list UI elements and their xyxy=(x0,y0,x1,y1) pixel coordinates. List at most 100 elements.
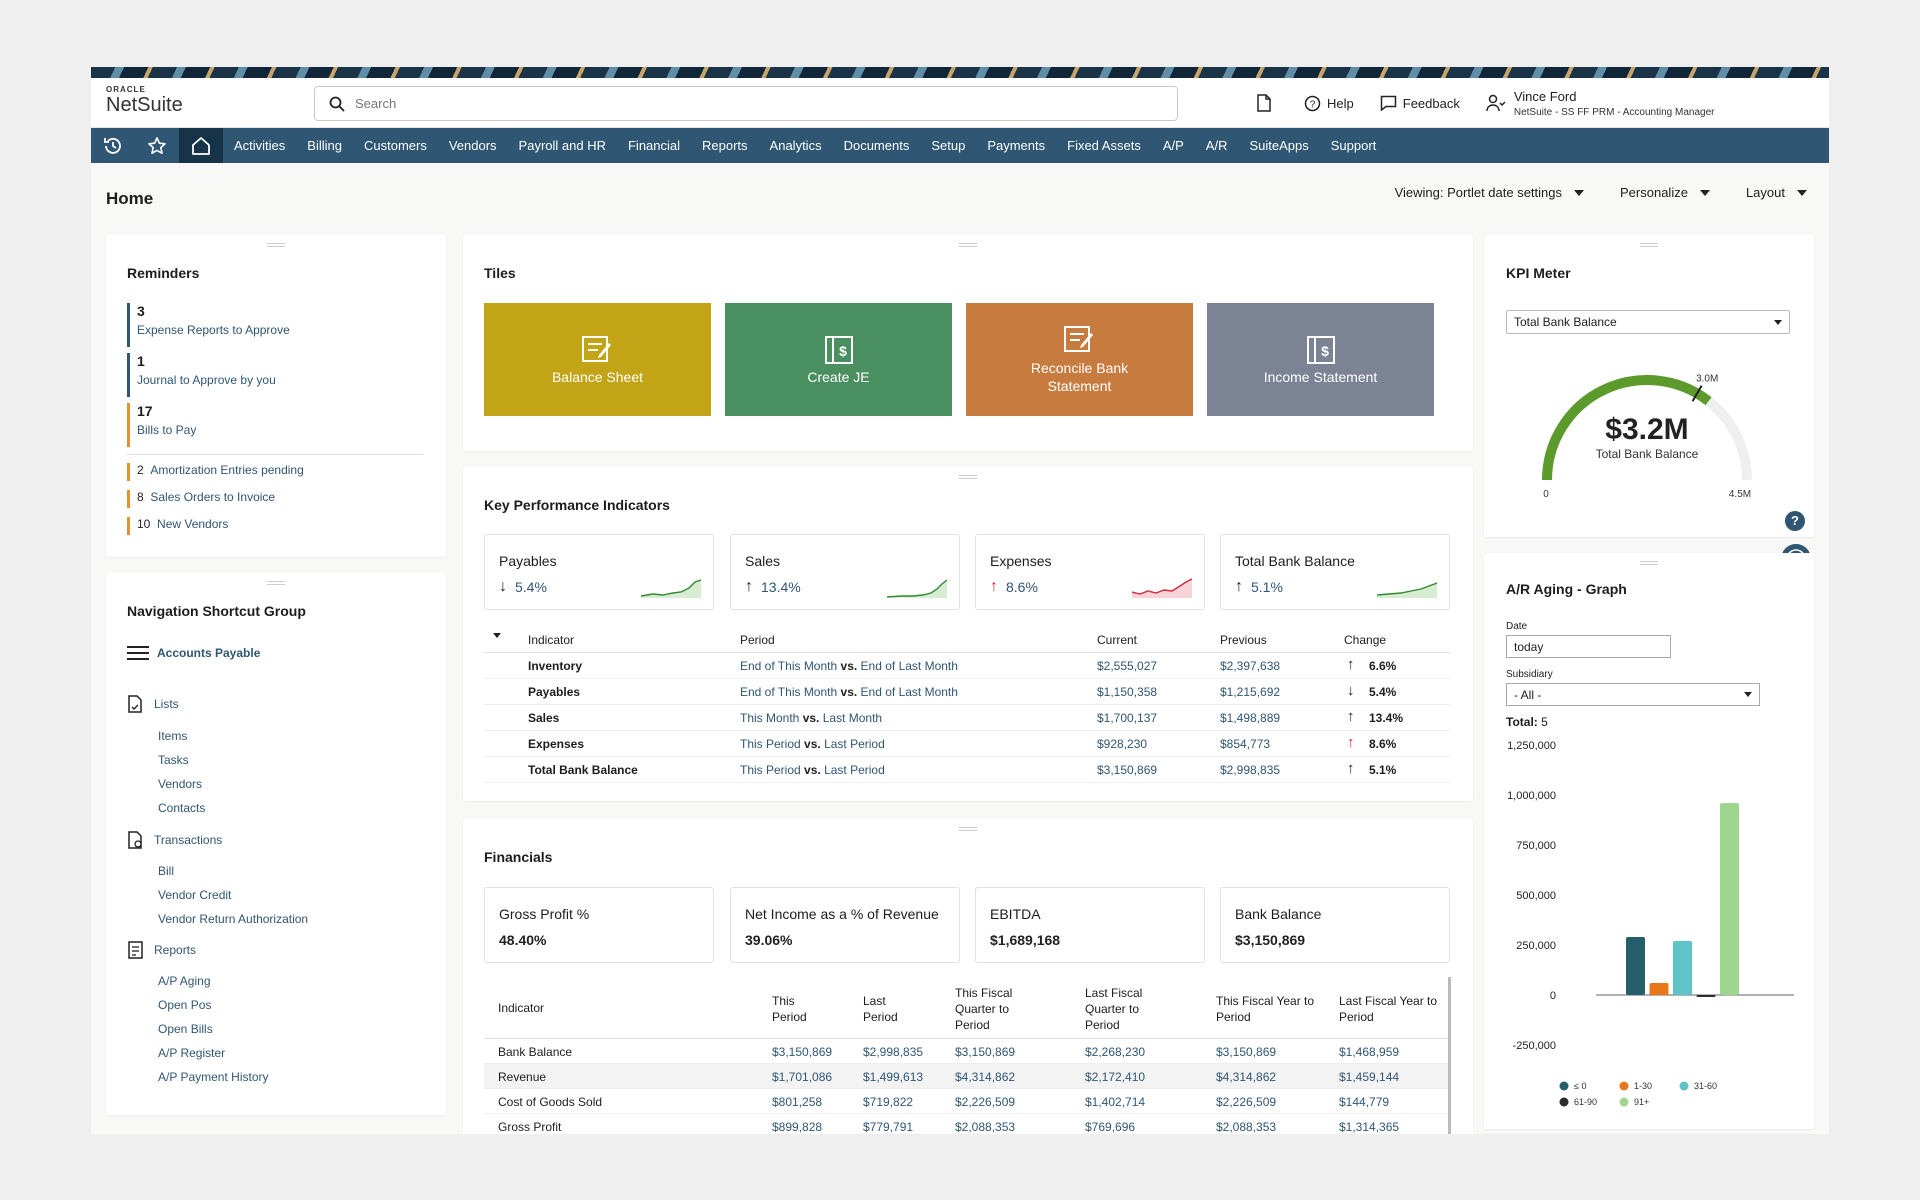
netsuite-logo[interactable]: ORACLE NetSuite xyxy=(106,86,183,116)
nav-customers[interactable]: Customers xyxy=(364,138,427,153)
link-tasks[interactable]: Tasks xyxy=(158,748,205,772)
nav-financial[interactable]: Financial xyxy=(628,138,680,153)
link-open-pos[interactable]: Open Pos xyxy=(158,993,268,1017)
fin-cell[interactable]: $2,088,353 xyxy=(955,1120,1015,1134)
header-indicator[interactable]: Indicator xyxy=(528,633,574,647)
kpi-box-expenses[interactable]: Expenses ↑ 8.6% xyxy=(975,534,1205,610)
fin-cell[interactable]: $3,150,869 xyxy=(772,1045,832,1059)
fin-cell[interactable]: $1,459,144 xyxy=(1339,1070,1399,1084)
home-button[interactable] xyxy=(179,128,223,163)
fin-header-indicator[interactable]: Indicator xyxy=(498,1001,618,1015)
drag-handle[interactable] xyxy=(959,243,977,247)
fin-cell[interactable]: $1,402,714 xyxy=(1085,1095,1145,1109)
drag-handle[interactable] xyxy=(959,827,977,831)
fin-cell[interactable]: $2,226,509 xyxy=(1216,1095,1276,1109)
nav-analytics[interactable]: Analytics xyxy=(770,138,822,153)
kpi-box-total-bank-balance[interactable]: Total Bank Balance ↑ 5.1% xyxy=(1220,534,1450,610)
user-menu[interactable]: Vince Ford NetSuite - SS FF PRM - Accoun… xyxy=(1486,89,1714,118)
nav-activities[interactable]: Activities xyxy=(234,138,285,153)
link-vendor-return-authorization[interactable]: Vendor Return Authorization xyxy=(158,907,308,931)
help-question-button[interactable]: ? xyxy=(1785,511,1805,531)
fin-cell[interactable]: $2,226,509 xyxy=(955,1095,1015,1109)
personalize-dropdown[interactable]: Personalize xyxy=(1620,185,1710,200)
fin-cell[interactable]: $899,828 xyxy=(772,1120,822,1134)
tile-balance-sheet[interactable]: Balance Sheet xyxy=(484,303,711,416)
fin-cell[interactable]: $769,696 xyxy=(1085,1120,1135,1134)
reminder-item[interactable]: 8 Sales Orders to Invoice xyxy=(127,490,427,508)
fin-cell[interactable]: $1,468,959 xyxy=(1339,1045,1399,1059)
reminder-item[interactable]: 2 Amortization Entries pending xyxy=(127,463,427,481)
link-open-bills[interactable]: Open Bills xyxy=(158,1017,268,1041)
link-contacts[interactable]: Contacts xyxy=(158,796,205,820)
nav-fixed-assets[interactable]: Fixed Assets xyxy=(1067,138,1141,153)
kpi-meter-select[interactable]: Total Bank Balance xyxy=(1506,310,1790,334)
row-current[interactable]: $928,230 xyxy=(1097,737,1147,751)
nav-billing[interactable]: Billing xyxy=(307,138,342,153)
header-period[interactable]: Period xyxy=(740,633,775,647)
fin-cell[interactable]: $801,258 xyxy=(772,1095,822,1109)
fin-box-bank-balance[interactable]: Bank Balance $3,150,869 xyxy=(1220,887,1450,963)
row-previous[interactable]: $1,498,889 xyxy=(1220,711,1280,725)
fin-cell[interactable]: $3,150,869 xyxy=(955,1045,1015,1059)
fin-cell[interactable]: $4,314,862 xyxy=(1216,1070,1276,1084)
link-bill[interactable]: Bill xyxy=(158,859,308,883)
row-previous[interactable]: $2,998,835 xyxy=(1220,763,1280,777)
fin-header-this-fiscal-year[interactable]: This Fiscal Year to Period xyxy=(1216,993,1326,1025)
drag-handle[interactable] xyxy=(959,475,977,479)
fin-cell[interactable]: $719,822 xyxy=(863,1095,913,1109)
nav-section-transactions[interactable]: Transactions xyxy=(127,831,222,849)
header-current[interactable]: Current xyxy=(1097,633,1137,647)
fin-cell[interactable]: $1,314,365 xyxy=(1339,1120,1399,1134)
row-period[interactable]: End of This Month vs. End of Last Month xyxy=(740,685,958,699)
drag-handle[interactable] xyxy=(1640,243,1658,247)
tile-create-je[interactable]: $ Create JE xyxy=(725,303,952,416)
collapse-icon[interactable] xyxy=(493,633,501,638)
row-period[interactable]: This Month vs. Last Month xyxy=(740,711,882,725)
nav-reports[interactable]: Reports xyxy=(702,138,748,153)
fin-cell[interactable]: $4,314,862 xyxy=(955,1070,1015,1084)
nav-vendors[interactable]: Vendors xyxy=(449,138,497,153)
nav-documents[interactable]: Documents xyxy=(844,138,910,153)
drag-handle[interactable] xyxy=(1640,561,1658,565)
row-current[interactable]: $1,150,358 xyxy=(1097,685,1157,699)
subsidiary-select[interactable]: - All - xyxy=(1506,683,1760,706)
tile-reconcile-bank-statement[interactable]: Reconcile Bank Statement xyxy=(966,303,1193,416)
kpi-box-payables[interactable]: Payables ↓ 5.4% xyxy=(484,534,714,610)
reminder-item[interactable]: 10 New Vendors xyxy=(127,517,427,535)
fin-box-net-income[interactable]: Net Income as a % of Revenue 39.06% xyxy=(730,887,960,963)
drag-handle[interactable] xyxy=(267,581,285,585)
drag-handle[interactable] xyxy=(267,243,285,247)
nav-suiteapps[interactable]: SuiteApps xyxy=(1249,138,1308,153)
fin-cell[interactable]: $779,791 xyxy=(863,1120,913,1134)
search-input[interactable] xyxy=(355,96,1135,111)
nav-payroll-hr[interactable]: Payroll and HR xyxy=(519,138,606,153)
nav-setup[interactable]: Setup xyxy=(931,138,965,153)
row-previous[interactable]: $1,215,692 xyxy=(1220,685,1280,699)
link-vendors[interactable]: Vendors xyxy=(158,772,205,796)
header-previous[interactable]: Previous xyxy=(1220,633,1267,647)
global-search[interactable] xyxy=(314,86,1178,121)
fin-cell[interactable]: $2,172,410 xyxy=(1085,1070,1145,1084)
favorites-button[interactable] xyxy=(135,128,179,163)
fin-cell[interactable]: $144,779 xyxy=(1339,1095,1389,1109)
fin-cell[interactable]: $2,998,835 xyxy=(863,1045,923,1059)
help-button[interactable]: ? Help xyxy=(1304,95,1354,112)
reminder-item[interactable]: 3 Expense Reports to Approve xyxy=(127,303,427,347)
fin-cell[interactable]: $2,088,353 xyxy=(1216,1120,1276,1134)
accounts-payable-header[interactable]: Accounts Payable xyxy=(127,645,260,661)
fin-header-this-fiscal-quarter[interactable]: This Fiscal Quarter to Period xyxy=(955,985,1041,1033)
vertical-scrollbar[interactable] xyxy=(1448,977,1451,1134)
fin-box-gross-profit[interactable]: Gross Profit % 48.40% xyxy=(484,887,714,963)
row-current[interactable]: $2,555,027 xyxy=(1097,659,1157,673)
row-current[interactable]: $3,150,869 xyxy=(1097,763,1157,777)
fin-cell[interactable]: $2,268,230 xyxy=(1085,1045,1145,1059)
row-period[interactable]: This Period vs. Last Period xyxy=(740,763,885,777)
fin-box-ebitda[interactable]: EBITDA $1,689,168 xyxy=(975,887,1205,963)
link-ap-register[interactable]: A/P Register xyxy=(158,1041,268,1065)
tile-income-statement[interactable]: $ Income Statement xyxy=(1207,303,1434,416)
fin-cell[interactable]: $1,499,613 xyxy=(863,1070,923,1084)
header-change[interactable]: Change xyxy=(1344,633,1386,647)
nav-support[interactable]: Support xyxy=(1331,138,1377,153)
reminder-item[interactable]: 17 Bills to Pay xyxy=(127,403,427,447)
fin-cell[interactable]: $1,701,086 xyxy=(772,1070,832,1084)
